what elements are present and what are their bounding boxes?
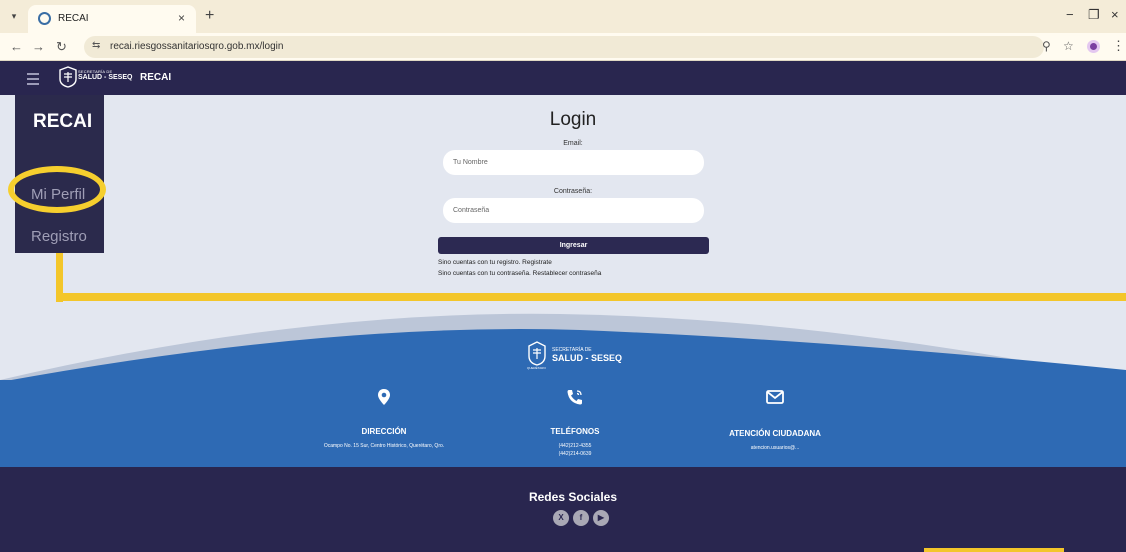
- direccion-title: DIRECCIÓN: [361, 427, 407, 436]
- telefonos-title: TELÉFONOS: [550, 427, 600, 436]
- reset-password-link[interactable]: Sino cuentas con tu contraseña. Restable…: [438, 270, 601, 277]
- browser-tab-bar: ▾ RECAI × + − ❐ ×: [0, 0, 1126, 33]
- minimize-icon[interactable]: −: [1066, 7, 1074, 22]
- highlight-bar-bottom: [924, 548, 1064, 552]
- youtube-social-icon[interactable]: ▶: [593, 510, 609, 526]
- app-header: SECRETARÍA DE SALUD - SESEQ RECAI: [0, 61, 1126, 95]
- zoom-icon[interactable]: ⚲: [1042, 39, 1051, 53]
- location-pin-icon: [378, 389, 390, 405]
- direccion-text: Ocampo No. 15 Sur, Centro Histórico, Que…: [323, 443, 445, 449]
- restore-icon[interactable]: ❐: [1088, 7, 1100, 23]
- email-field[interactable]: Tu Nombre: [443, 150, 704, 175]
- phone-1: (442)212-4355: [558, 443, 592, 449]
- highlight-ring: [8, 166, 106, 213]
- browser-tab[interactable]: RECAI ×: [28, 5, 196, 33]
- star-icon[interactable]: ☆: [1063, 39, 1074, 53]
- close-window-icon[interactable]: ×: [1111, 7, 1119, 22]
- footer-logo-tagline: QUERÉTARO: [527, 366, 546, 370]
- new-tab-icon[interactable]: +: [205, 7, 214, 25]
- telefonos-block: TELÉFONOS (442)212-4355 (442)214-0639: [510, 388, 640, 458]
- reload-icon[interactable]: ↻: [56, 39, 67, 55]
- back-icon[interactable]: ←: [10, 39, 23, 54]
- register-link[interactable]: Sino cuentas con tu registro. Registrate: [438, 259, 552, 266]
- password-field[interactable]: Contraseña: [443, 198, 704, 223]
- atencion-block: ATENCIÓN CIUDADANA atencion.usuarios@...: [710, 390, 840, 452]
- redes-sociales-title: Redes Sociales: [528, 490, 618, 504]
- address-bar[interactable]: ⇆ recai.riesgossanitariosqro.gob.mx/logi…: [84, 36, 1044, 58]
- ingresar-button[interactable]: Ingresar: [438, 237, 709, 254]
- x-social-icon[interactable]: X: [553, 510, 569, 526]
- direccion-block: DIRECCIÓN Ocampo No. 15 Sur, Centro Hist…: [284, 388, 484, 450]
- facebook-social-icon[interactable]: f: [573, 510, 589, 526]
- forward-icon[interactable]: →: [32, 39, 45, 54]
- atencion-email[interactable]: atencion.usuarios@...: [710, 444, 840, 452]
- password-label: Contraseña:: [553, 188, 593, 195]
- footer-logo-title: SALUD - SESEQ: [552, 353, 623, 363]
- logo-title: SALUD - SESEQ: [78, 74, 133, 81]
- tab-title: RECAI: [58, 13, 89, 24]
- seseq-logo-icon: [59, 66, 77, 88]
- mail-icon: [766, 390, 784, 404]
- site-favicon-icon: [38, 12, 51, 25]
- site-info-icon[interactable]: ⇆: [92, 40, 100, 51]
- atencion-title: ATENCIÓN CIUDADANA: [729, 429, 821, 438]
- footer-logo-icon: [528, 341, 546, 366]
- phone-icon: [567, 390, 582, 405]
- browser-menu-icon[interactable]: ⋮: [1112, 38, 1125, 54]
- login-title: Login: [549, 109, 597, 130]
- email-label: Email:: [563, 140, 583, 147]
- phone-2: (442)214-0639: [558, 451, 592, 457]
- sidebar-item-registro[interactable]: Registro: [31, 228, 87, 245]
- profile-icon[interactable]: [1087, 40, 1100, 53]
- tab-search-chevron-icon[interactable]: ▾: [6, 8, 22, 24]
- footer-wave: [0, 313, 1126, 390]
- app-title: RECAI: [140, 72, 172, 83]
- url-text[interactable]: recai.riesgossanitariosqro.gob.mx/login: [110, 41, 283, 52]
- browser-toolbar: ← → ↻ ⇆ recai.riesgossanitariosqro.gob.m…: [0, 33, 1126, 61]
- tab-close-icon[interactable]: ×: [178, 11, 185, 25]
- hamburger-menu-icon[interactable]: [27, 73, 39, 88]
